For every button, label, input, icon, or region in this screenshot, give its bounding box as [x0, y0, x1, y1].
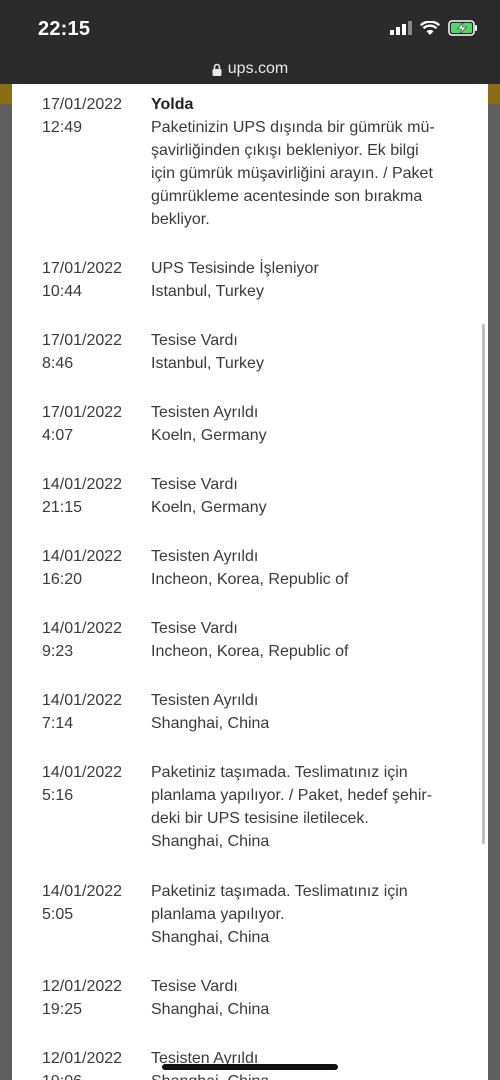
event-location: Shanghai, China: [151, 1001, 270, 1018]
battery-charging-icon: [448, 20, 477, 36]
event-location: Istanbul, Turkey: [151, 355, 264, 372]
status-icons: [390, 20, 478, 36]
event-time: 9:23: [42, 643, 74, 660]
status-bar: 22:15: [0, 0, 500, 54]
event-detail: için gümrük müşavirliğini arayın. / Pake…: [151, 165, 433, 182]
event-location: Shanghai, China: [151, 929, 270, 946]
event-date: 14/01/2022: [42, 692, 123, 709]
event-status: Tesise Vardı: [151, 476, 238, 493]
event-time: 10:44: [42, 283, 83, 300]
event-location: Shanghai, China: [151, 715, 270, 732]
event-status: Tesisten Ayrıldı: [151, 548, 259, 565]
event-status: UPS Tesisinde İşleniyor: [151, 260, 319, 277]
event-date: 17/01/2022: [42, 260, 123, 277]
event-time: 19:25: [42, 1001, 83, 1018]
tracking-history-modal[interactable]: 17/01/2022 12:49 Yolda Paketinizin UPS d…: [12, 84, 488, 1080]
event-location: Shanghai, China: [151, 1070, 461, 1080]
event-status: Tesise Vardı: [151, 620, 238, 637]
event-time: 19:06: [42, 1070, 152, 1080]
event-status: Yolda: [151, 96, 194, 113]
event-status: Paketiniz taşımada. Teslimatınız için: [151, 883, 408, 900]
event-detail: planlama yapılıyor. / Paket, hedef şehir…: [151, 787, 433, 804]
event-detail: gümrükleme acentesinde son bırakma: [151, 188, 423, 205]
event-date: 17/01/2022: [42, 404, 123, 421]
wifi-icon: [420, 20, 440, 35]
event-location: Incheon, Korea, Republic of: [151, 643, 349, 660]
event-detail: bekliyor.: [151, 211, 210, 228]
event-detail: Paketinizin UPS dışında bir gümrük mü-: [151, 119, 435, 136]
event-time: 5:16: [42, 787, 74, 804]
event-status: Tesisten Ayrıldı: [151, 404, 259, 421]
home-indicator[interactable]: [162, 1064, 338, 1070]
status-time: 22:15: [38, 18, 91, 40]
event-location: Istanbul, Turkey: [151, 283, 264, 300]
event-date: 14/01/2022: [42, 764, 123, 781]
event-location: Incheon, Korea, Republic of: [151, 571, 349, 588]
event-time: 8:46: [42, 355, 74, 372]
event-detail: deki bir UPS tesisine iletilecek.: [151, 810, 369, 827]
event-status: Paketiniz taşımada. Teslimatınız için: [151, 764, 408, 781]
lock-icon: [212, 63, 222, 76]
event-date: 14/01/2022: [42, 548, 123, 565]
event-time: 4:07: [42, 427, 74, 444]
cellular-signal-icon: [390, 21, 412, 35]
event-status: Tesise Vardı: [151, 978, 238, 995]
event-time: 12:49: [42, 119, 83, 136]
event-date: 12/01/2022: [42, 1050, 123, 1067]
event-location: Shanghai, China: [151, 833, 270, 850]
event-location: Koeln, Germany: [151, 499, 267, 516]
event-date: 17/01/2022: [42, 96, 123, 113]
event-date: 12/01/2022: [42, 978, 123, 995]
scrollbar[interactable]: [482, 324, 485, 844]
event-time: 21:15: [42, 499, 83, 516]
event-status: Tesise Vardı: [151, 332, 238, 349]
event-detail: planlama yapılıyor.: [151, 906, 285, 923]
event-date: 17/01/2022: [42, 332, 123, 349]
event-location: Koeln, Germany: [151, 427, 267, 444]
event-detail: şavirliğinden çıkışı bekleniyor. Ek bilg…: [151, 142, 419, 159]
event-time: 7:14: [42, 715, 74, 732]
event-time: 16:20: [42, 571, 83, 588]
event-date: 14/01/2022: [42, 883, 123, 900]
event-date: 14/01/2022: [42, 476, 123, 493]
event-time: 5:05: [42, 906, 74, 923]
event-date: 14/01/2022: [42, 620, 123, 637]
browser-url-bar[interactable]: ups.com: [0, 54, 500, 84]
url-text: ups.com: [227, 60, 289, 77]
event-status: Tesisten Ayrıldı: [151, 692, 259, 709]
